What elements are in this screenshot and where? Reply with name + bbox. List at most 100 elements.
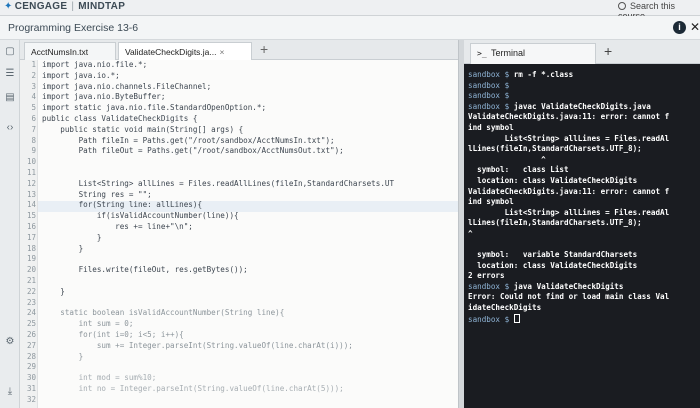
code-line: import static java.nio.file.StandardOpen…: [42, 103, 267, 113]
files-icon[interactable]: ▢: [4, 46, 16, 58]
line-number: 5: [31, 103, 36, 113]
line-number: 13: [26, 189, 36, 199]
line-number: 1: [31, 60, 36, 69]
terminal-line: ^: [464, 155, 700, 166]
terminal-line: ind symbol: [464, 197, 700, 208]
terminal-output[interactable]: sandbox $ rm -f *.class sandbox $ sandbox …: [464, 64, 700, 408]
line-number: 23: [26, 297, 36, 307]
code-icon[interactable]: ‹›: [4, 122, 16, 134]
list-icon[interactable]: ☰: [4, 68, 16, 80]
terminal-text: java ValidateCheckDigits: [513, 281, 624, 291]
code-line: import java.nio.file.*;: [42, 60, 148, 69]
terminal-text: symbol: class List: [468, 165, 569, 175]
line-gutter: 1 2 3 4 5 6 7 8 9 10 11 12 13 14 15 16 17 18 19 20 21 22 23 24 2…: [20, 60, 38, 408]
code-line: sum += Integer.parseInt(String.valueOf(l…: [42, 340, 353, 350]
left-rail: ▢ ☰ ▤ ‹› ⚙ ⤓: [0, 40, 20, 408]
terminal-line: location: class ValidateCheckDigits: [464, 176, 700, 187]
terminal-line: sandbox $ java ValidateCheckDigits: [464, 282, 700, 293]
top-bar: ✦CENGAGE|MINDTAP Search this course: [0, 0, 700, 21]
brand-name: CENGAGE: [14, 1, 68, 12]
terminal-line: idateCheckDigits: [464, 303, 700, 314]
line-number: 19: [26, 254, 36, 264]
terminal-line: sandbox $: [464, 313, 700, 325]
terminal-text: List<String> allLines = Files.readAl: [468, 207, 670, 217]
terminal-text: symbol: variable StandardCharsets: [468, 250, 638, 260]
line-number: 11: [26, 167, 36, 177]
terminal-prompt: sandbox $: [468, 70, 514, 79]
terminal-prompt: sandbox $: [468, 281, 514, 291]
terminal-line: List<String> allLines = Files.readAl: [464, 208, 700, 219]
code-line: public class ValidateCheckDigits {: [42, 113, 198, 123]
line-number: 4: [31, 92, 36, 102]
line-number: 14: [26, 200, 36, 210]
line-number: 21: [26, 275, 36, 285]
line-number: 27: [26, 340, 36, 350]
add-tab-button[interactable]: +: [260, 41, 268, 57]
close-icon[interactable]: ✕: [690, 20, 700, 34]
terminal-line: sandbox $ rm -f *.class: [464, 70, 700, 81]
terminal-text: lLines(fileIn,StandardCharsets.UTF_8);: [468, 218, 642, 228]
terminal-text: idateCheckDigits: [468, 303, 542, 313]
terminal-line: List<String> allLines = Files.readAl: [464, 134, 700, 145]
code-line: List<String> allLines = Files.readAllLin…: [42, 178, 395, 188]
line-number: 24: [26, 308, 36, 318]
terminal-text: List<String> allLines = Files.readAl: [468, 133, 670, 143]
tab-acctnumsin[interactable]: AcctNumsIn.txt: [24, 42, 116, 60]
terminal-line: 2 errors: [464, 271, 700, 282]
terminal-line: lLines(fileIn,StandardCharsets.UTF_8);: [464, 218, 700, 229]
code-line: }: [42, 351, 84, 361]
code-line: res += line+"\n";: [42, 221, 193, 231]
terminal-text: lLines(fileIn,StandardCharsets.UTF_8);: [468, 144, 642, 154]
terminal-line: location: class ValidateCheckDigits: [464, 261, 700, 272]
code-editor[interactable]: 1 2 3 4 5 6 7 8 9 10 11 12 13 14 15 16 17 18 19 20 21 22 23 24 2…: [20, 60, 458, 408]
terminal-text: rm -f *.class: [513, 70, 574, 79]
terminal-line: symbol: variable StandardCharsets: [464, 250, 700, 261]
settings-icon[interactable]: ⚙: [4, 336, 16, 348]
terminal-text: ValidateCheckDigits.java:11: error: cann…: [468, 112, 670, 122]
tab-label: AcctNumsIn.txt: [31, 47, 89, 57]
terminal-text: location: class ValidateCheckDigits: [468, 260, 638, 270]
line-number: 9: [31, 146, 36, 156]
code-line: import java.io.*;: [42, 70, 120, 80]
code-line: int no = Integer.parseInt(String.valueOf…: [42, 383, 344, 393]
close-tab-icon[interactable]: ×: [220, 47, 225, 57]
exercise-title: Programming Exercise 13-6: [8, 22, 139, 34]
code-line: Files.write(fileOut, res.getBytes());: [42, 265, 248, 275]
line-number: 7: [31, 124, 36, 134]
terminal-line: sandbox $: [464, 91, 700, 102]
line-number: 12: [26, 178, 36, 188]
terminal-text: Error: Could not find or load main class…: [468, 292, 670, 302]
code-line: int sum = 0;: [42, 319, 134, 329]
terminal-line: symbol: class List: [464, 165, 700, 176]
tab-terminal[interactable]: >_ Terminal: [470, 43, 596, 64]
code-line: Path fileIn = Paths.get("/root/sandbox/A…: [42, 135, 335, 145]
terminal-line: ^: [464, 229, 700, 240]
line-number: 30: [26, 373, 36, 383]
terminal-text: javac ValidateCheckDigits.java: [513, 101, 651, 111]
terminal-text: ^: [468, 154, 546, 164]
download-icon[interactable]: ⤓: [4, 386, 16, 398]
add-terminal-button[interactable]: +: [604, 43, 612, 59]
chart-icon[interactable]: ▤: [4, 92, 16, 104]
line-number: 10: [26, 157, 36, 167]
line-number: 25: [26, 319, 36, 329]
terminal-prompt: sandbox $: [468, 80, 510, 90]
terminal-cursor: [513, 313, 520, 323]
cengage-logo-icon: ✦: [4, 1, 13, 12]
line-number: 16: [26, 221, 36, 231]
code-line: import java.nio.channels.FileChannel;: [42, 81, 212, 91]
code-line: if(isValidAccountNumber(line)){: [42, 211, 239, 221]
tab-validatecheckdigits[interactable]: ValidateCheckDigits.ja... ×: [118, 42, 252, 60]
brand[interactable]: ✦ CENGAGE | MINDTAP: [4, 1, 125, 12]
line-number: 3: [31, 81, 36, 91]
line-number: 31: [26, 383, 36, 393]
terminal-tab-label: Terminal: [490, 48, 525, 58]
info-icon[interactable]: i: [673, 21, 686, 34]
search-course[interactable]: Search this course: [618, 1, 700, 21]
line-number: 29: [26, 362, 36, 372]
search-icon: [618, 2, 626, 10]
